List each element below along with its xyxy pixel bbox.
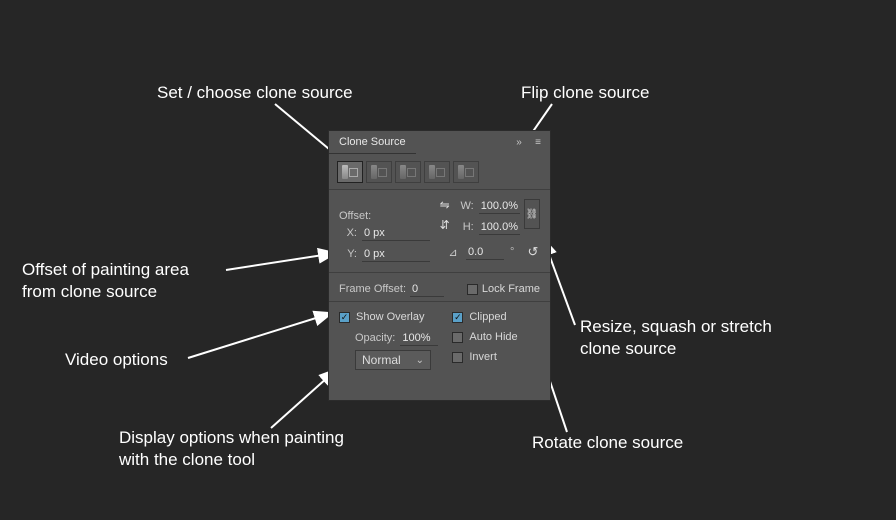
annotation-video: Video options (65, 349, 168, 371)
clone-source-slot-3[interactable] (395, 161, 421, 183)
panel-title: Clone Source (339, 136, 406, 148)
frame-offset-input[interactable]: 0 (410, 282, 444, 297)
h-input[interactable]: 100.0% (479, 220, 520, 235)
flip-horizontal-icon[interactable] (438, 198, 452, 212)
invert-checkbox[interactable] (452, 352, 463, 363)
blend-mode-select[interactable]: Normal (355, 350, 431, 370)
invert-label: Invert (469, 351, 497, 363)
reset-transform-icon[interactable] (526, 245, 540, 259)
stamp-icon (400, 165, 416, 179)
annotation-flip: Flip clone source (521, 82, 650, 104)
show-overlay-label: Show Overlay (356, 311, 424, 323)
offset-column: Offset: X: 0 px Y: 0 px (339, 196, 430, 264)
collapse-icon[interactable]: » (512, 131, 526, 153)
clipped-checkbox[interactable] (452, 312, 463, 323)
clone-source-slots (329, 153, 550, 190)
angle-unit: ° (510, 246, 520, 258)
stamp-icon (342, 165, 358, 179)
link-wh-icon[interactable] (524, 199, 540, 229)
y-input[interactable]: 0 px (362, 247, 430, 262)
stamp-icon (371, 165, 387, 179)
offset-label: Offset: (339, 196, 430, 222)
overlay-section: Show Overlay Opacity: 100% Normal Clippe… (329, 302, 550, 378)
annotation-offset-l2: from clone source (22, 281, 157, 303)
clone-source-slot-4[interactable] (424, 161, 450, 183)
angle-input[interactable]: 0.0 (466, 245, 504, 260)
opacity-input[interactable]: 100% (400, 331, 438, 346)
annotation-resize-l1: Resize, squash or stretch (580, 316, 772, 338)
blend-mode-value: Normal (362, 353, 401, 367)
panel-titlebar: Clone Source » ≡ (329, 131, 550, 153)
annotation-display-l2: with the clone tool (119, 449, 255, 471)
annotation-display-l1: Display options when painting (119, 427, 344, 449)
clone-source-slot-5[interactable] (453, 161, 479, 183)
clone-source-panel: Clone Source » ≡ Offset: X: 0 px Y: 0 px (329, 131, 550, 400)
w-input[interactable]: 100.0% (479, 199, 520, 214)
stamp-icon (429, 165, 445, 179)
lock-frame-label: Lock Frame (482, 283, 540, 295)
show-overlay-checkbox[interactable] (339, 312, 350, 323)
h-label: H: (456, 221, 474, 233)
clipped-label: Clipped (469, 311, 506, 323)
frame-offset-label: Frame Offset: (339, 283, 406, 295)
frame-section: Frame Offset: 0 Lock Frame (329, 273, 550, 302)
panel-tab[interactable]: Clone Source (329, 131, 416, 154)
auto-hide-label: Auto Hide (469, 331, 517, 343)
annotation-rotate: Rotate clone source (532, 432, 683, 454)
clone-source-slot-2[interactable] (366, 161, 392, 183)
opacity-label: Opacity: (355, 332, 395, 344)
x-input[interactable]: 0 px (362, 226, 430, 241)
annotation-offset-l1: Offset of painting area (22, 259, 189, 281)
x-label: X: (339, 227, 357, 239)
wh-column: W: 100.0% H: 100.0% 0.0 ° (438, 196, 540, 262)
offset-transform-section: Offset: X: 0 px Y: 0 px W: 100.0% (329, 190, 550, 273)
clone-source-slot-1[interactable] (337, 161, 363, 183)
w-label: W: (456, 200, 474, 212)
annotation-set-source: Set / choose clone source (157, 82, 353, 104)
lock-frame-checkbox[interactable] (467, 284, 478, 295)
annotation-resize-l2: clone source (580, 338, 676, 360)
flip-vertical-icon[interactable] (438, 218, 452, 232)
angle-icon (446, 245, 460, 259)
panel-menu-icon[interactable]: ≡ (530, 131, 546, 153)
auto-hide-checkbox[interactable] (452, 332, 463, 343)
stamp-icon (458, 165, 474, 179)
y-label: Y: (339, 248, 357, 260)
